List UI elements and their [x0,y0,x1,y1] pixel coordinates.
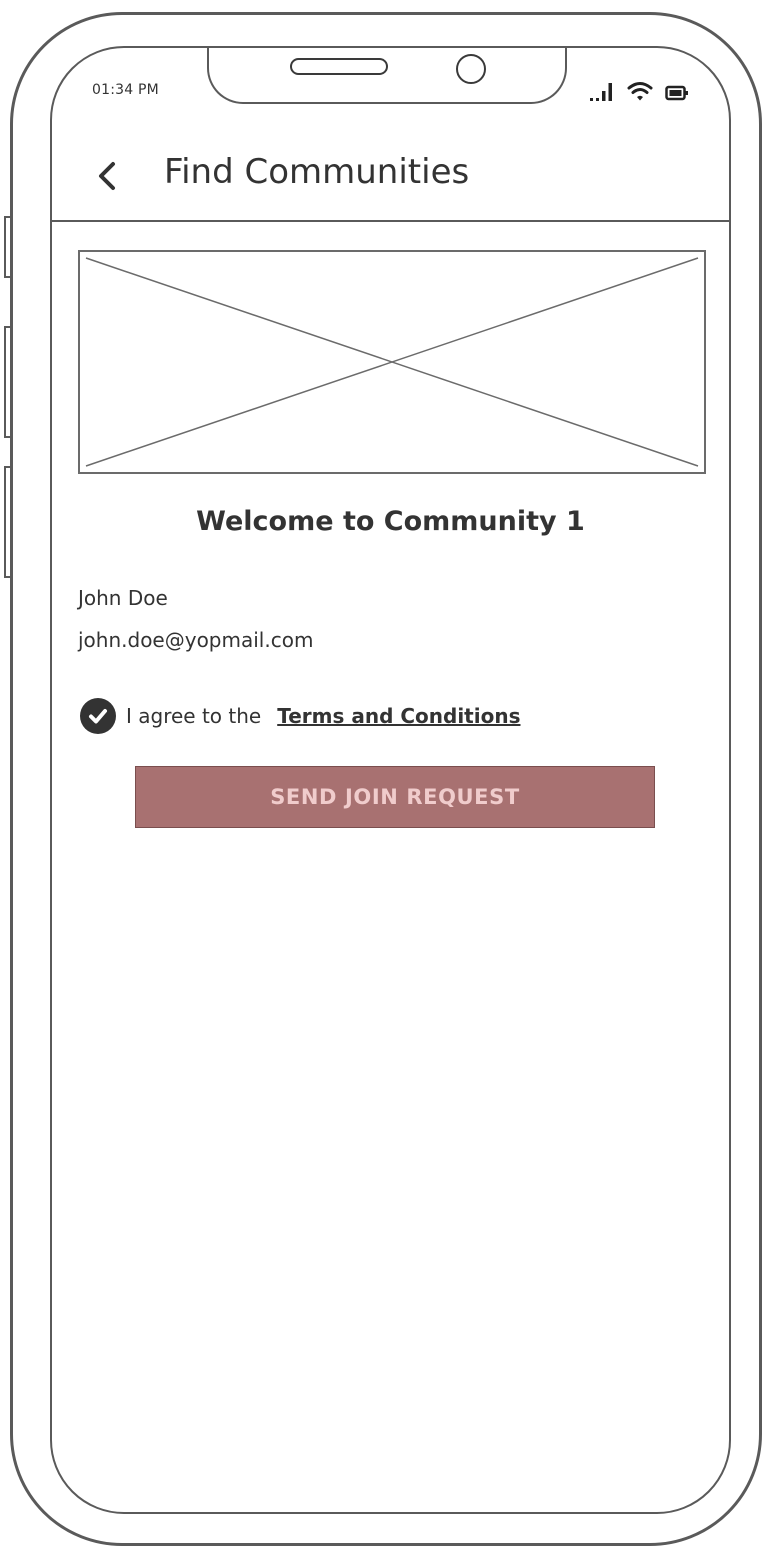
status-time: 01:34 PM [92,82,159,98]
user-name: John Doe [78,586,168,610]
status-icons [589,76,689,102]
checkmark-icon [89,709,107,724]
signal-icon [590,83,612,101]
notch [207,48,567,104]
community-image-placeholder [78,250,706,474]
agree-label: I agree to the [126,704,262,728]
battery-icon [665,85,688,101]
page-title: Find Communities [164,152,470,192]
chevron-left-icon[interactable] [92,158,122,194]
placeholder-image-icon [85,257,699,467]
phone-screen: 01:34 PM Find Communities Welcome to Com… [50,46,731,1514]
agree-checkbox[interactable] [80,698,116,734]
front-camera [456,54,486,84]
speaker-grille [290,58,388,75]
app-bar: Find Communities [52,132,729,222]
send-join-request-button[interactable]: SEND JOIN REQUEST [135,766,655,828]
send-join-request-label: SEND JOIN REQUEST [270,785,520,809]
terms-agreement-row: I agree to the Terms and Conditions [80,698,520,734]
welcome-heading: Welcome to Community 1 [196,506,585,537]
wifi-icon [627,82,653,101]
user-email: john.doe@yopmail.com [78,628,314,652]
terms-link[interactable]: Terms and Conditions [277,704,520,728]
